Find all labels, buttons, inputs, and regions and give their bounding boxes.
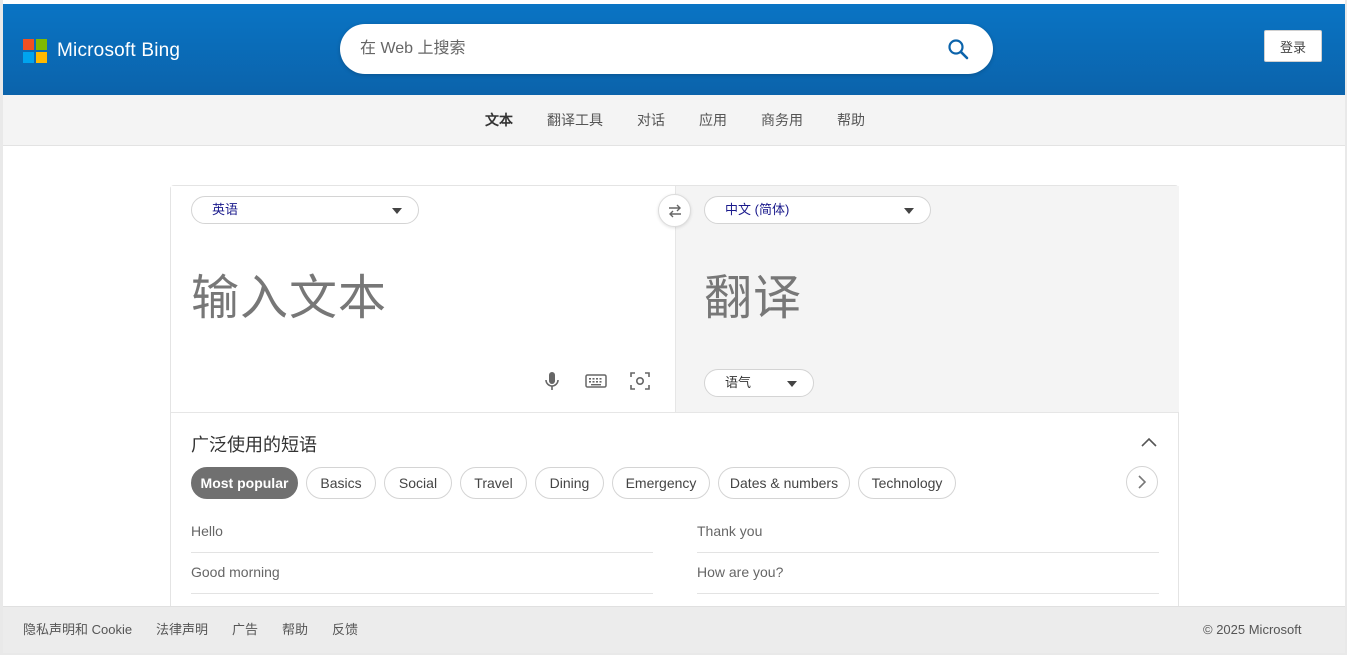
translator-nav: 文本 翻译工具 对话 应用 商务用 帮助 [3, 95, 1345, 146]
chevron-down-icon [787, 381, 797, 387]
search-icon [948, 39, 969, 60]
chips-next-button[interactable] [1126, 466, 1158, 498]
tone-select[interactable]: 语气 [704, 369, 814, 397]
tab-business[interactable]: 商务用 [761, 95, 803, 145]
chip-technology[interactable]: Technology [858, 467, 956, 499]
copyright: © 2025 Microsoft [1203, 622, 1302, 637]
microsoft-logo-icon [23, 39, 47, 63]
footer-privacy-link[interactable]: 隐私声明和 Cookie [23, 607, 132, 653]
chip-emergency[interactable]: Emergency [612, 467, 710, 499]
search-box [340, 24, 993, 74]
phrase-item[interactable]: Hello [191, 512, 653, 553]
chip-social[interactable]: Social [384, 467, 452, 499]
tab-translation-tools[interactable]: 翻译工具 [547, 95, 603, 145]
tab-help[interactable]: 帮助 [837, 95, 865, 145]
phrase-item[interactable]: Thank you [697, 512, 1159, 553]
translator-card: 英语 输入文本 中文 (简体) 翻译 语气 广泛使用的短语 Most popul… [170, 185, 1179, 615]
footer-legal-link[interactable]: 法律声明 [156, 607, 208, 653]
bing-logo[interactable]: Microsoft Bing [23, 39, 180, 63]
tone-label: 语气 [725, 375, 752, 390]
source-pane: 英语 输入文本 [171, 186, 675, 412]
chip-travel[interactable]: Travel [460, 467, 527, 499]
tab-apps[interactable]: 应用 [699, 95, 727, 145]
target-language-label: 中文 (简体) [725, 202, 790, 217]
camera-scan-icon[interactable] [628, 369, 652, 393]
chevron-right-icon [1138, 475, 1147, 489]
footer-feedback-link[interactable]: 反馈 [332, 607, 358, 653]
footer-ads-link[interactable]: 广告 [232, 607, 258, 653]
search-input[interactable] [360, 24, 920, 74]
footer: 隐私声明和 Cookie 法律声明 广告 帮助 反馈 © 2025 Micros… [3, 606, 1345, 653]
footer-help-link[interactable]: 帮助 [282, 607, 308, 653]
chip-most-popular[interactable]: Most popular [191, 467, 298, 499]
tab-text[interactable]: 文本 [485, 95, 513, 145]
chevron-up-icon [1141, 437, 1157, 447]
chip-basics[interactable]: Basics [306, 467, 376, 499]
swap-icon [668, 204, 681, 217]
search-button[interactable] [947, 38, 969, 60]
swap-languages-button[interactable] [658, 194, 691, 227]
common-phrases-section: 广泛使用的短语 Most popular Basics Social Trave… [171, 412, 1178, 616]
target-pane: 中文 (简体) 翻译 语气 [675, 186, 1179, 412]
collapse-button[interactable] [1139, 435, 1159, 449]
source-language-label: 英语 [212, 202, 239, 217]
phrases-title: 广泛使用的短语 [191, 435, 317, 455]
phrase-item[interactable]: Good morning [191, 553, 653, 594]
brand-name: Microsoft Bing [57, 40, 181, 61]
chip-dates-numbers[interactable]: Dates & numbers [718, 467, 850, 499]
source-text-input[interactable]: 输入文本 [191, 258, 387, 328]
chevron-down-icon [904, 208, 914, 214]
phrase-item[interactable]: How are you? [697, 553, 1159, 594]
target-language-select[interactable]: 中文 (简体) [704, 196, 931, 224]
source-language-select[interactable]: 英语 [191, 196, 419, 224]
tab-conversation[interactable]: 对话 [637, 95, 665, 145]
login-button[interactable]: 登录 [1264, 30, 1322, 62]
translation-output: 翻译 [704, 272, 803, 325]
chip-dining[interactable]: Dining [535, 467, 604, 499]
chevron-down-icon [392, 208, 402, 214]
header: Microsoft Bing 登录 [3, 4, 1345, 95]
keyboard-icon[interactable] [584, 369, 608, 393]
microphone-icon[interactable] [540, 369, 564, 393]
